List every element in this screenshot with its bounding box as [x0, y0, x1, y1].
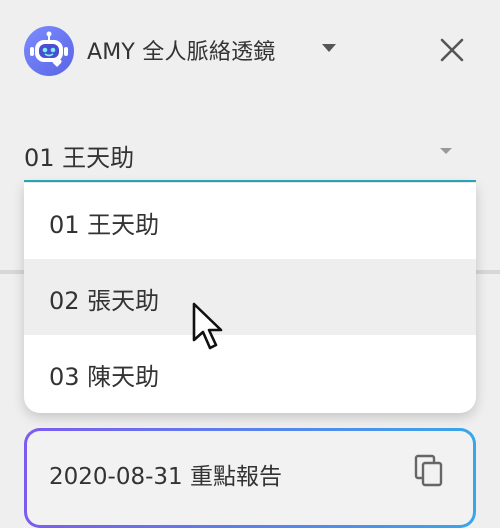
app-title: AMY 全人脈絡透鏡	[87, 40, 276, 65]
report-title: 2020-08-31 重點報告	[49, 464, 282, 490]
person-dropdown-menu: 01 王天助 02 張天助 03 陳天助	[24, 183, 476, 413]
dropdown-option-label: 02 張天助	[49, 287, 160, 315]
copy-icon[interactable]	[413, 453, 447, 489]
dropdown-option-label: 03 陳天助	[49, 363, 160, 391]
dropdown-option[interactable]: 01 王天助	[24, 183, 476, 259]
person-select[interactable]: 01 王天助	[24, 120, 476, 182]
person-select-value: 01 王天助	[24, 144, 135, 172]
caret-down-icon[interactable]	[322, 44, 336, 52]
dropdown-option[interactable]: 03 陳天助	[24, 335, 476, 411]
caret-down-icon	[440, 148, 452, 154]
app-header: AMY 全人脈絡透鏡	[0, 0, 500, 100]
report-card[interactable]: 2020-08-31 重點報告	[24, 428, 476, 528]
dropdown-option-label: 01 王天助	[49, 211, 160, 239]
close-icon[interactable]	[434, 32, 470, 68]
robot-logo-icon	[24, 26, 74, 76]
report-card-body: 2020-08-31 重點報告	[27, 431, 473, 525]
dropdown-option[interactable]: 02 張天助	[24, 259, 476, 335]
